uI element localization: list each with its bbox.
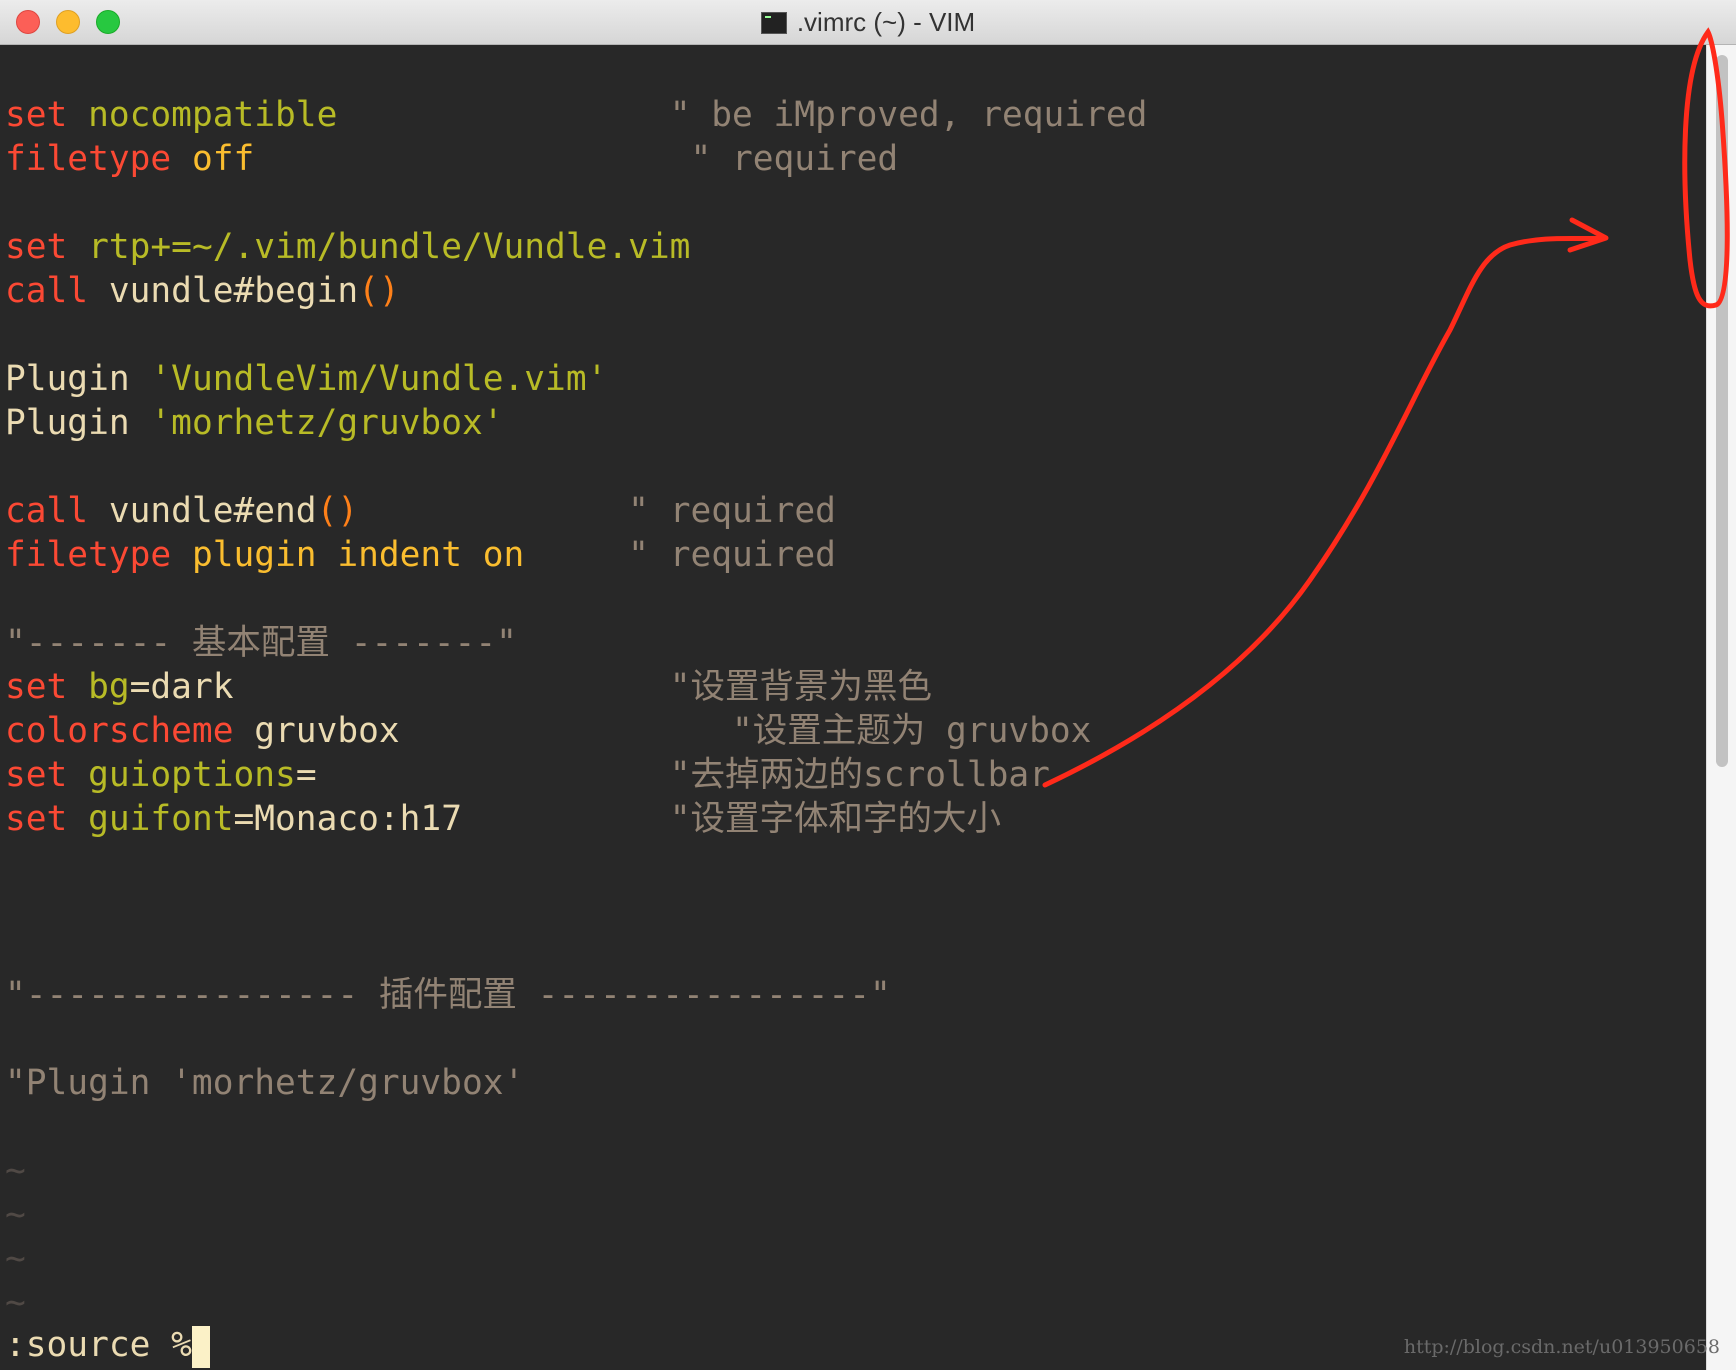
text-cursor bbox=[191, 1325, 210, 1368]
code-line: call vundle#end() " required bbox=[5, 491, 836, 531]
code-line: Plugin 'VundleVim/Vundle.vim' bbox=[5, 359, 608, 399]
empty-line-tilde: ~ bbox=[5, 1151, 26, 1191]
code-line: filetype off " required bbox=[5, 139, 899, 179]
code-line: set nocompatible " be iMproved, required bbox=[5, 95, 1148, 135]
empty-line-tilde: ~ bbox=[5, 1239, 26, 1279]
empty-line-tilde: ~ bbox=[5, 1283, 26, 1323]
code-line: filetype plugin indent on " required bbox=[5, 535, 836, 575]
code-line: set bg=dark "设置背景为黑色 bbox=[5, 667, 932, 707]
title-bar: .vimrc (~) - VIM bbox=[0, 0, 1736, 45]
comment-line: "Plugin 'morhetz/gruvbox' bbox=[5, 1063, 525, 1103]
code-line: Plugin 'morhetz/gruvbox' bbox=[5, 403, 504, 443]
command-text: :source % bbox=[5, 1325, 192, 1365]
code-line: set guioptions= "去掉两边的scrollbar bbox=[5, 755, 1050, 795]
comment-line: "------- 基本配置 -------" bbox=[5, 623, 517, 663]
comment-line: "---------------- 插件配置 ----------------" bbox=[5, 975, 891, 1015]
code-line: set guifont=Monaco:h17 "设置字体和字的大小 bbox=[5, 799, 1001, 839]
code-line: colorscheme gruvbox "设置主题为 gruvbox bbox=[5, 711, 1092, 751]
command-line[interactable]: :source % bbox=[5, 1323, 210, 1368]
watermark: http://blog.csdn.net/u013950658 bbox=[1403, 1336, 1720, 1358]
scrollbar-thumb[interactable] bbox=[1716, 55, 1728, 767]
window-title-area: .vimrc (~) - VIM bbox=[0, 0, 1736, 45]
terminal-icon bbox=[760, 11, 787, 34]
vim-editor[interactable]: set nocompatible " be iMproved, required… bbox=[0, 45, 1706, 1370]
vertical-scrollbar[interactable] bbox=[1706, 45, 1736, 1370]
window-title: .vimrc (~) - VIM bbox=[796, 7, 976, 37]
code-line: call vundle#begin() bbox=[5, 271, 400, 311]
empty-line-tilde: ~ bbox=[5, 1195, 26, 1235]
code-line: set rtp+=~/.vim/bundle/Vundle.vim bbox=[5, 227, 691, 267]
